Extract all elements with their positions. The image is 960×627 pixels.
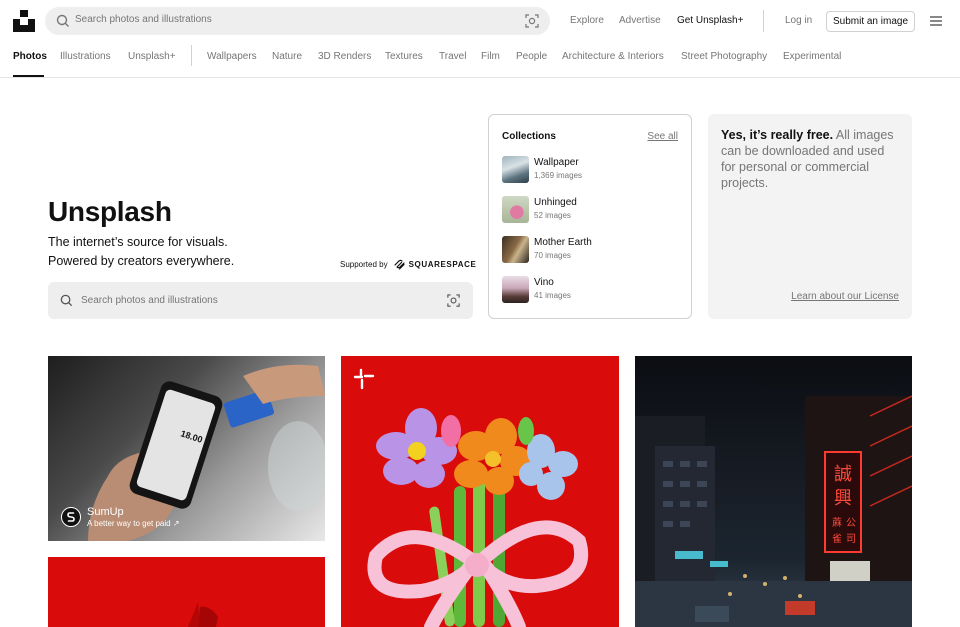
unsplash-plus-badge bbox=[353, 368, 375, 390]
collection-name: Vino bbox=[534, 277, 554, 288]
tab-street-photography[interactable]: Street Photography bbox=[681, 51, 767, 62]
tab-travel[interactable]: Travel bbox=[439, 51, 466, 62]
sumup-logo-icon bbox=[67, 512, 75, 522]
sumup-avatar bbox=[61, 507, 81, 527]
menu-icon[interactable] bbox=[928, 14, 944, 28]
hero-search-input[interactable]: Search photos and illustrations bbox=[48, 282, 473, 319]
svg-text:蔴: 蔴 bbox=[832, 517, 842, 529]
sponsor-name: SumUp bbox=[87, 506, 124, 518]
collection-thumbnail bbox=[502, 276, 529, 303]
tab-experimental[interactable]: Experimental bbox=[783, 51, 841, 62]
search-icon bbox=[60, 294, 73, 307]
tab-wallpapers[interactable]: Wallpapers bbox=[207, 51, 257, 62]
squarespace-wordmark: SQUARESPACE bbox=[408, 259, 477, 269]
license-text: Yes, it’s really free. All images can be… bbox=[721, 127, 901, 191]
see-all-link[interactable]: See all bbox=[647, 131, 678, 142]
license-card: Yes, it’s really free. All images can be… bbox=[708, 114, 912, 319]
visual-search-icon[interactable] bbox=[524, 13, 540, 29]
photo-illustration bbox=[353, 368, 589, 627]
header-divider bbox=[763, 10, 764, 32]
top-header: Search photos and illustrations Explore … bbox=[0, 0, 960, 42]
search-icon bbox=[56, 14, 69, 27]
tab-nature[interactable]: Nature bbox=[272, 51, 302, 62]
hero-subtitle-line-1: The internet’s source for visuals. bbox=[48, 235, 228, 249]
photo-sumup-phone-payment[interactable]: 18.00 SumUp A better way to get paid ↗ bbox=[48, 356, 325, 541]
nav-explore[interactable]: Explore bbox=[570, 15, 604, 26]
collection-count: 1,369 images bbox=[534, 171, 583, 180]
sponsor-tagline[interactable]: A better way to get paid ↗ bbox=[87, 519, 180, 528]
collection-item-vino[interactable]: Vino 41 images bbox=[502, 274, 680, 304]
svg-text:司: 司 bbox=[846, 534, 856, 545]
photo-balloon-flowers[interactable] bbox=[341, 356, 619, 627]
submit-image-button[interactable]: Submit an image bbox=[826, 11, 915, 32]
license-link[interactable]: Learn about our License bbox=[791, 291, 899, 302]
collections-card: Collections See all Wallpaper 1,369 imag… bbox=[488, 114, 692, 319]
tab-textures[interactable]: Textures bbox=[385, 51, 423, 62]
collection-name: Wallpaper bbox=[534, 157, 579, 168]
header-search-input[interactable]: Search photos and illustrations bbox=[45, 7, 550, 35]
collection-thumbnail bbox=[502, 236, 529, 263]
nav-get-unsplash-plus[interactable]: Get Unsplash+ bbox=[677, 15, 743, 26]
tab-film[interactable]: Film bbox=[481, 51, 500, 62]
tab-people[interactable]: People bbox=[516, 51, 547, 62]
photo-illustration: 誠 興 蔴 公 雀 司 bbox=[635, 395, 912, 627]
hero-title: Unsplash bbox=[48, 196, 172, 227]
unsplash-logo[interactable] bbox=[13, 10, 35, 32]
collection-item-unhinged[interactable]: Unhinged 52 images bbox=[502, 194, 680, 224]
tab-3d-renders[interactable]: 3D Renders bbox=[318, 51, 371, 62]
svg-text:雀: 雀 bbox=[832, 533, 842, 545]
tab-photos[interactable]: Photos bbox=[13, 51, 47, 62]
photo-red-fork[interactable] bbox=[48, 557, 325, 627]
collection-thumbnail bbox=[502, 156, 529, 183]
collection-count: 52 images bbox=[534, 211, 571, 220]
hero-search-placeholder: Search photos and illustrations bbox=[81, 295, 218, 306]
category-nav: Photos Illustrations Unsplash+ Wallpaper… bbox=[0, 42, 960, 78]
nav-advertise[interactable]: Advertise bbox=[619, 15, 661, 26]
supported-by-label: Supported by bbox=[340, 259, 388, 269]
svg-text:興: 興 bbox=[834, 488, 852, 509]
hero-subtitle-line-2: Powered by creators everywhere. bbox=[48, 254, 235, 268]
active-tab-indicator bbox=[13, 75, 44, 77]
collection-thumbnail bbox=[502, 196, 529, 223]
svg-text:公: 公 bbox=[846, 518, 856, 529]
collection-item-wallpaper[interactable]: Wallpaper 1,369 images bbox=[502, 154, 680, 184]
photo-illustration bbox=[188, 602, 218, 627]
collection-name: Mother Earth bbox=[534, 237, 592, 248]
category-divider bbox=[191, 45, 192, 66]
collections-title: Collections bbox=[502, 131, 556, 142]
tab-unsplash-plus[interactable]: Unsplash+ bbox=[128, 51, 176, 62]
svg-text:誠: 誠 bbox=[834, 464, 852, 485]
collection-name: Unhinged bbox=[534, 197, 577, 208]
collection-count: 70 images bbox=[534, 251, 571, 260]
photo-neon-street[interactable]: 誠 興 蔴 公 雀 司 bbox=[635, 356, 912, 627]
collection-count: 41 images bbox=[534, 291, 571, 300]
squarespace-brand: SQUARESPACE bbox=[393, 259, 477, 270]
sponsored-label[interactable]: SumUp A better way to get paid ↗ bbox=[61, 506, 180, 528]
header-search-placeholder: Search photos and illustrations bbox=[75, 14, 212, 25]
tab-architecture-interiors[interactable]: Architecture & Interiors bbox=[562, 51, 664, 62]
supported-by[interactable]: Supported by SQUARESPACE bbox=[340, 257, 476, 271]
collection-item-mother-earth[interactable]: Mother Earth 70 images bbox=[502, 234, 680, 264]
login-link[interactable]: Log in bbox=[785, 15, 812, 26]
visual-search-icon[interactable] bbox=[446, 293, 461, 308]
tab-illustrations[interactable]: Illustrations bbox=[60, 51, 111, 62]
license-headline: Yes, it’s really free. bbox=[721, 128, 834, 142]
squarespace-logo-icon bbox=[393, 259, 405, 270]
